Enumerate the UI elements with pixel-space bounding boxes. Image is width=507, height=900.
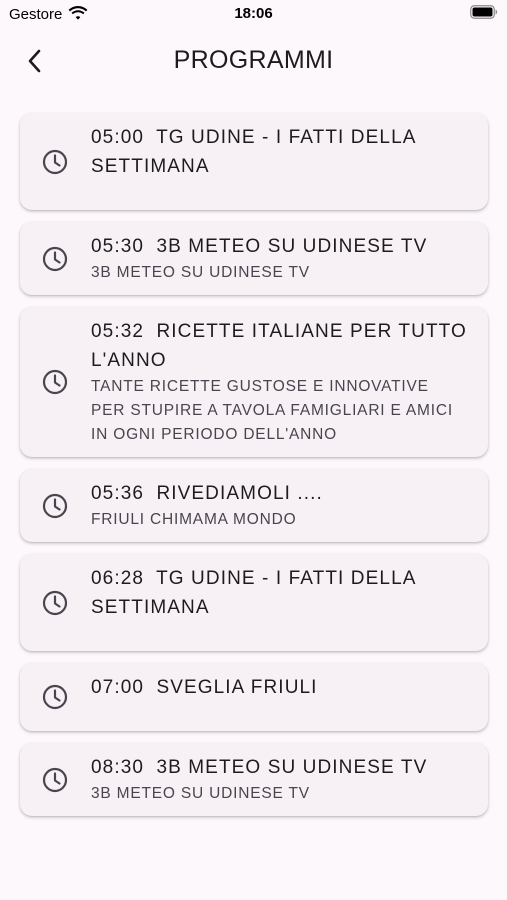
program-description: TANTE RICETTE GUSTOSE E INNOVATIVE PER S… [91,378,453,443]
program-time: 08:30 [91,757,145,778]
program-heading: 08:30 3B METEO SU UDINESE TV [91,753,468,782]
page-title: PROGRAMMI [173,46,334,74]
program-card[interactable]: 05:32 RICETTE ITALIANE PER TUTTO L'ANNO … [20,307,488,457]
program-card[interactable]: 05:30 3B METEO SU UDINESE TV 3B METEO SU… [20,222,488,295]
clock-icon [42,369,68,395]
clock-icon [42,590,68,615]
clock-icon [42,493,68,518]
clock-icon [42,684,68,710]
program-time: 05:32 [91,321,145,342]
program-title: RICETTE ITALIANE PER TUTTO L'ANNO [91,321,467,371]
program-card[interactable]: 05:36 RIVEDIAMOLI .... FRIULI CHIMAMA MO… [20,469,488,542]
program-description: FRIULI CHIMAMA MONDO [91,511,297,528]
program-time: 05:36 [91,483,145,504]
battery-icon [470,5,498,24]
program-description: 3B METEO SU UDINESE TV [91,264,310,281]
program-description: 3B METEO SU UDINESE TV [91,785,310,802]
app-bar: PROGRAMMI [0,36,507,86]
status-time: 18:06 [234,5,273,22]
program-card[interactable]: 08:30 3B METEO SU UDINESE TV 3B METEO SU… [20,743,488,816]
program-time: 05:30 [91,236,145,257]
clock-icon [42,767,68,792]
program-title: RIVEDIAMOLI .... [156,483,323,504]
program-heading: 05:00 TG UDINE - I FATTI DELLA SETTIMANA [91,123,468,181]
program-card[interactable]: 05:00 TG UDINE - I FATTI DELLA SETTIMANA [20,113,488,210]
program-heading: 05:30 3B METEO SU UDINESE TV [91,232,468,261]
program-card[interactable]: 07:00 SVEGLIA FRIULI [20,663,488,731]
program-title: 3B METEO SU UDINESE TV [156,757,428,778]
program-heading: 06:28 TG UDINE - I FATTI DELLA SETTIMANA [91,564,468,622]
program-title: SVEGLIA FRIULI [156,677,318,698]
program-title: 3B METEO SU UDINESE TV [156,236,428,257]
status-bar: Gestore 18:06 [0,0,507,30]
program-list: 05:00 TG UDINE - I FATTI DELLA SETTIMANA… [20,113,488,828]
program-heading: 05:32 RICETTE ITALIANE PER TUTTO L'ANNO [91,317,468,375]
program-time: 07:00 [91,677,145,698]
clock-icon [42,149,68,174]
clock-icon [42,246,68,271]
program-heading: 07:00 SVEGLIA FRIULI [91,673,468,702]
program-card[interactable]: 06:28 TG UDINE - I FATTI DELLA SETTIMANA [20,554,488,651]
program-time: 06:28 [91,568,145,589]
program-time: 05:00 [91,127,145,148]
program-heading: 05:36 RIVEDIAMOLI .... [91,479,468,508]
